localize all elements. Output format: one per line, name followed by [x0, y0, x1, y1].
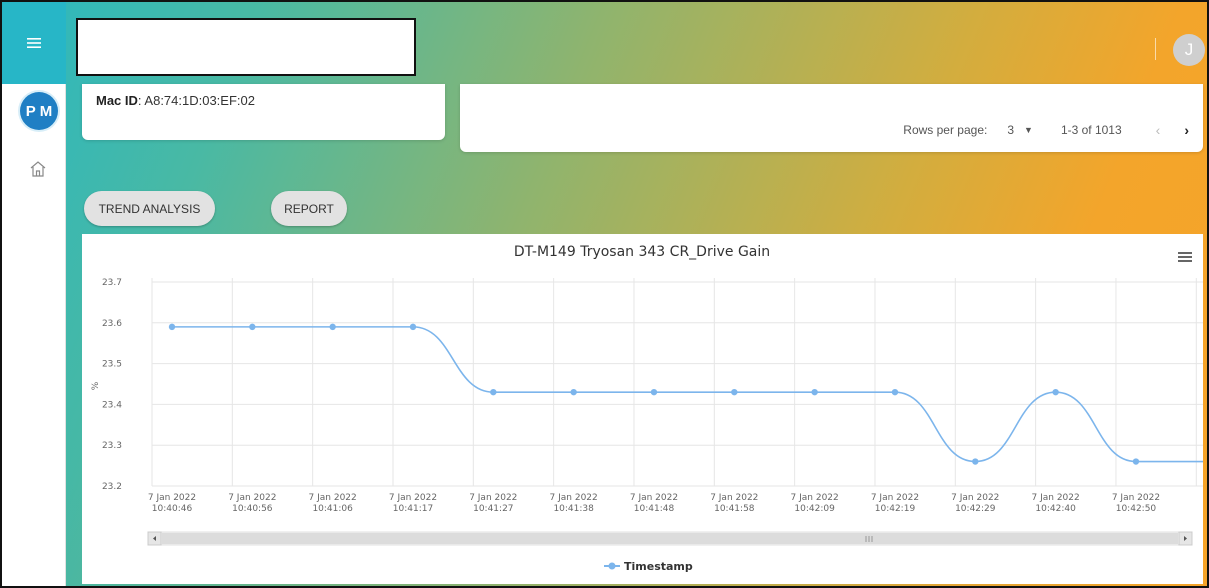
x-tick-label: 10:40:46	[152, 504, 193, 514]
x-tick-label: 10:42:40	[1035, 504, 1076, 514]
x-tick-label: 7 Jan 2022	[309, 493, 357, 503]
chart-scrollbar[interactable]	[147, 531, 1193, 546]
series-point	[168, 323, 176, 331]
x-tick-label: 7 Jan 2022	[1112, 493, 1160, 503]
series-point	[409, 323, 417, 331]
hamburger-menu-button[interactable]	[2, 2, 66, 84]
y-tick-label: 23.7	[102, 278, 122, 288]
x-axis-ticks: 7 Jan 202210:40:467 Jan 202210:40:567 Ja…	[148, 493, 1160, 514]
y-axis-ticks: 23.7 23.6 23.5 23.4 23.3 23.2	[102, 278, 122, 492]
rows-per-page-select[interactable]: 3 ▼	[1007, 123, 1033, 137]
series-point	[570, 388, 577, 396]
x-tick-label: 7 Jan 2022	[550, 493, 598, 503]
y-tick-label: 23.6	[102, 319, 122, 329]
series-line	[172, 326, 1203, 463]
report-button[interactable]: REPORT	[271, 191, 347, 226]
y-axis-label: %	[91, 381, 101, 390]
series-point	[811, 388, 818, 396]
next-page-button[interactable]: ›	[1184, 122, 1189, 138]
x-tick-label: 7 Jan 2022	[389, 493, 437, 503]
home-icon[interactable]	[29, 160, 47, 178]
x-tick-label: 7 Jan 2022	[228, 493, 276, 503]
series-point	[650, 388, 658, 396]
rows-per-page-label: Rows per page:	[903, 123, 988, 137]
x-tick-label: 10:42:29	[955, 504, 996, 514]
series-point	[1132, 458, 1140, 465]
user-avatar[interactable]: J	[1173, 34, 1205, 66]
x-tick-label: 10:41:58	[714, 504, 755, 514]
line-chart: DT-M149 Tryosan 343 CR_Drive Gain 23.723…	[91, 244, 1203, 573]
left-sidebar: P M	[2, 2, 66, 586]
legend-label: Timestamp	[624, 560, 693, 573]
pagination-range: 1-3 of 1013	[1060, 123, 1122, 137]
y-tick-label: 23.5	[102, 360, 122, 370]
x-tick-label: 7 Jan 2022	[148, 493, 196, 503]
x-tick-label: 10:41:27	[473, 504, 513, 514]
chart-legend[interactable]: Timestamp	[604, 560, 693, 573]
x-tick-label: 10:40:56	[232, 504, 273, 514]
x-tick-label: 7 Jan 2022	[710, 493, 758, 503]
prev-page-button[interactable]: ‹	[1156, 122, 1161, 138]
x-tick-label: 10:41:38	[553, 504, 594, 514]
trend-analysis-button[interactable]: TREND ANALYSIS	[84, 191, 215, 226]
chart-card: DT-M149 Tryosan 343 CR_Drive Gain 23.7 23…	[82, 234, 1203, 584]
app-frame: P M J Mac ID: A8:74:1D:03:EF:02 Rows per…	[0, 0, 1209, 588]
device-title-box	[76, 18, 416, 76]
series-point	[972, 458, 979, 465]
x-tick-label: 10:42:19	[875, 504, 916, 514]
series-point	[490, 388, 497, 396]
series-point	[1052, 388, 1059, 396]
scroll-thumb[interactable]	[161, 533, 1178, 544]
x-tick-label: 7 Jan 2022	[871, 493, 919, 503]
x-tick-label: 7 Jan 2022	[1032, 493, 1080, 503]
chart-title: DT-M149 Tryosan 343 CR_Drive Gain	[514, 244, 770, 260]
table-card: Rows per page: 3 ▼ 1-3 of 1013 ‹ ›	[460, 84, 1203, 152]
y-tick-label: 23.4	[102, 400, 122, 410]
hamburger-icon[interactable]	[27, 37, 41, 49]
chart-grid	[151, 278, 1203, 487]
y-tick-label: 23.2	[102, 482, 122, 492]
x-tick-label: 7 Jan 2022	[791, 493, 839, 503]
legend-marker	[608, 562, 616, 570]
series-point	[731, 388, 738, 396]
x-tick-label: 10:41:17	[393, 504, 433, 514]
x-tick-label: 10:42:50	[1116, 504, 1157, 514]
series-point	[249, 323, 256, 331]
series-point	[891, 388, 899, 396]
caret-down-icon: ▼	[1024, 125, 1033, 135]
mac-id-value: : A8:74:1D:03:EF:02	[137, 93, 255, 108]
header-divider	[1155, 38, 1156, 60]
series-point	[329, 323, 336, 331]
table-pagination: Rows per page: 3 ▼ 1-3 of 1013 ‹ ›	[903, 122, 1189, 138]
x-tick-label: 7 Jan 2022	[630, 493, 678, 503]
x-tick-label: 7 Jan 2022	[469, 493, 517, 503]
chart-menu-icon[interactable]	[1177, 250, 1193, 264]
rows-per-page-value: 3	[1007, 123, 1015, 137]
series-points	[168, 323, 1140, 465]
x-tick-label: 10:41:06	[312, 504, 353, 514]
x-tick-label: 10:41:48	[634, 504, 675, 514]
y-tick-label: 23.3	[102, 441, 122, 451]
mac-id-label: Mac ID	[96, 93, 138, 108]
mac-id-text: Mac ID: A8:74:1D:03:EF:02	[96, 93, 255, 108]
x-tick-label: 7 Jan 2022	[951, 493, 999, 503]
device-info-card: Mac ID: A8:74:1D:03:EF:02	[82, 84, 445, 140]
x-tick-label: 10:42:09	[794, 504, 835, 514]
avatar[interactable]: P M	[20, 92, 58, 130]
